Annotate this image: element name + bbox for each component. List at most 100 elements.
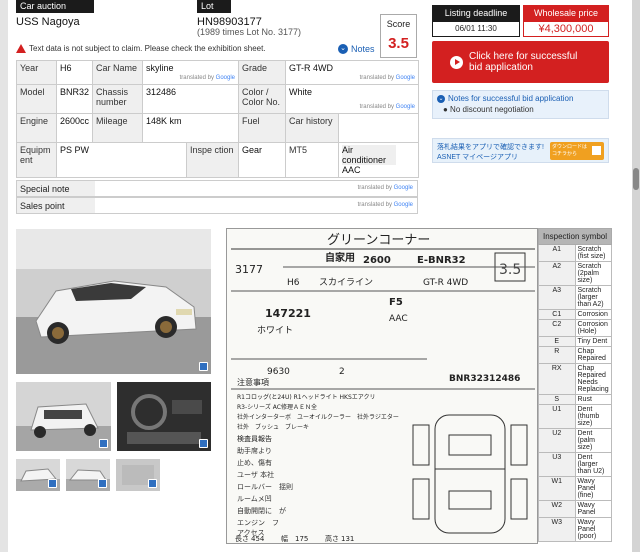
sheet-chassis: BNR32312486 <box>449 374 520 384</box>
symbol-desc: Corrosion <box>574 309 612 320</box>
sheet-notes-header: 注意事項 <box>237 377 269 387</box>
sheet-line-2: R3-シリーズ AC修理ＡＥＮ全 <box>237 403 317 411</box>
rear-photo[interactable] <box>16 382 111 451</box>
sheet-lot: 3177 <box>235 263 263 276</box>
notes-link[interactable]: ⌄ Notes <box>338 44 375 54</box>
symbol-desc: Dent (larger than U2) <box>574 452 612 477</box>
google-badge: translated by Google <box>179 75 236 81</box>
sheet-line-3: 社外インターターボ ユーオイルクーラー 社外ラジエター <box>237 413 399 421</box>
sheet-year: H6 <box>287 278 300 288</box>
sheet-color: ホワイト <box>257 325 293 336</box>
symbol-row: C2 Corrosion (Hole) <box>538 319 612 337</box>
sheet-wid-label: 幅 <box>281 534 288 543</box>
google-badge: translated by Google <box>357 185 413 191</box>
download-button-label: ダウンロードはコチラから <box>552 144 588 157</box>
download-button[interactable]: ダウンロードはコチラから <box>550 142 604 160</box>
google-badge: translated by Google <box>359 75 416 81</box>
car-front-photo <box>16 229 211 374</box>
color-key: Color / Color No. <box>238 84 287 114</box>
download-icon <box>592 146 601 155</box>
fuel-key: Fuel <box>238 113 287 143</box>
symbol-desc: Scratch (fist size) <box>574 244 612 262</box>
sheet-cc: 2600 <box>363 255 391 266</box>
symbol-desc: Wavy Panel (poor) <box>574 517 612 542</box>
carname-cell: skyline translated by Google <box>141 60 240 85</box>
symbol-row: E Tiny Dent <box>538 336 612 347</box>
grade-value: GT-R 4WD <box>289 63 334 73</box>
symbol-table-header: Inspection symbol <box>538 228 612 245</box>
sales-point-key: Sales point <box>17 198 95 213</box>
bid-notes-text: ● No discount negotiation <box>443 105 534 114</box>
zoom-icon[interactable] <box>99 439 108 448</box>
gear-value-cell: MT5 <box>285 142 340 178</box>
lot-label: Lot No. <box>197 0 231 24</box>
sheet-report-6: 自動開閉に が <box>237 506 286 515</box>
deadline-value: 06/01 11:30 <box>432 21 520 37</box>
symbol-row: U2 Dent (palm size) <box>538 428 612 453</box>
price-label: Wholesale price <box>523 5 609 21</box>
zoom-icon[interactable] <box>199 439 208 448</box>
zoom-icon[interactable] <box>199 362 208 371</box>
equip-key: Equipm ent <box>16 142 57 178</box>
symbol-row: W1 Wavy Panel (fine) <box>538 476 612 501</box>
thumb-photo-3[interactable] <box>116 459 160 491</box>
symbol-code: W1 <box>538 476 576 501</box>
symbol-code: RX <box>538 363 576 395</box>
symbol-code: A3 <box>538 285 576 310</box>
sheet-report-3: ユーザ 本社 <box>237 470 274 479</box>
auction-sheet[interactable]: グリーンコーナー 3177 自家用 2600 E-BNR32 3.5 H6 スカ… <box>226 228 538 544</box>
color-cell: White translated by Google <box>285 84 420 114</box>
score-label: Score <box>386 19 411 29</box>
page: Car auction venue USS Nagoya Lot No. HN9… <box>8 0 632 552</box>
zoom-icon[interactable] <box>48 479 57 488</box>
warning-label: Text data is not subject to claim. Pleas… <box>29 44 266 53</box>
symbol-row: A1 Scratch (fist size) <box>538 244 612 262</box>
main-photo[interactable] <box>16 229 211 374</box>
ac-key: Air conditioner <box>342 145 397 165</box>
history-value <box>338 113 420 143</box>
symbol-code: W2 <box>538 500 576 518</box>
engine-key: Engine <box>16 113 57 143</box>
symbol-desc: Corrosion (Hole) <box>574 319 612 337</box>
symbol-desc: Wavy Panel <box>574 500 612 518</box>
sheet-title: グリーンコーナー <box>327 233 430 248</box>
symbol-row: U3 Dent (larger than U2) <box>538 452 612 477</box>
google-badge: translated by Google <box>357 202 413 208</box>
thumb-photo-1[interactable] <box>16 459 60 491</box>
page-scrollbar[interactable] <box>632 0 640 552</box>
sheet-model: E-BNR32 <box>417 255 466 266</box>
symbol-code: R <box>538 346 576 364</box>
bid-notes-title-row[interactable]: ⌄ Notes for successful bid application <box>437 94 604 103</box>
sheet-seats: 2 <box>339 367 345 377</box>
symbol-desc: Scratch (2palm size) <box>574 261 612 286</box>
sheet-report-5: ルームメ凹 <box>237 495 272 503</box>
ac-cell: Air conditioner AAC <box>338 142 420 178</box>
symbol-code: U1 <box>538 404 576 429</box>
chevron-down-icon: ⌄ <box>338 44 348 54</box>
deadline-label: Listing deadline <box>432 5 520 21</box>
notes-label: Notes <box>351 44 375 54</box>
gear-cell: Gear <box>238 142 287 178</box>
price-value: ¥4,300,000 <box>523 21 609 37</box>
gear-key: Gear <box>242 145 263 155</box>
ac-value: AAC <box>342 165 361 175</box>
zoom-icon[interactable] <box>98 479 107 488</box>
venue-value: USS Nagoya <box>16 16 80 28</box>
scrollbar-thumb[interactable] <box>633 168 639 190</box>
symbol-code: U2 <box>538 428 576 453</box>
sheet-line-1: R1コロッグ(と24U) R1ヘッドライト HKSエアクリ <box>237 393 375 401</box>
sheet-len-value: 454 <box>251 535 265 543</box>
auction-sheet-scan: グリーンコーナー 3177 自家用 2600 E-BNR32 3.5 H6 スカ… <box>231 233 535 543</box>
gear-value: MT5 <box>289 145 308 155</box>
symbol-row: A3 Scratch (larger than A2) <box>538 285 612 310</box>
bid-application-button[interactable]: Click here for successful bid applicatio… <box>432 41 609 83</box>
interior-photo[interactable] <box>117 382 211 451</box>
model-value: BNR32 <box>56 84 93 114</box>
zoom-icon[interactable] <box>148 479 157 488</box>
thumb-photo-2[interactable] <box>66 459 110 491</box>
special-note-key: Special note <box>17 181 95 196</box>
spec-table: Year H6 Car Name skyline translated by G… <box>16 60 420 178</box>
model-key: Model <box>16 84 57 114</box>
score-box: Score 3.5 <box>380 14 417 58</box>
app-banner[interactable]: 落札結果をアプリで確認できます! ASNET マイページアプリ ダウンロードはコ… <box>432 138 609 163</box>
